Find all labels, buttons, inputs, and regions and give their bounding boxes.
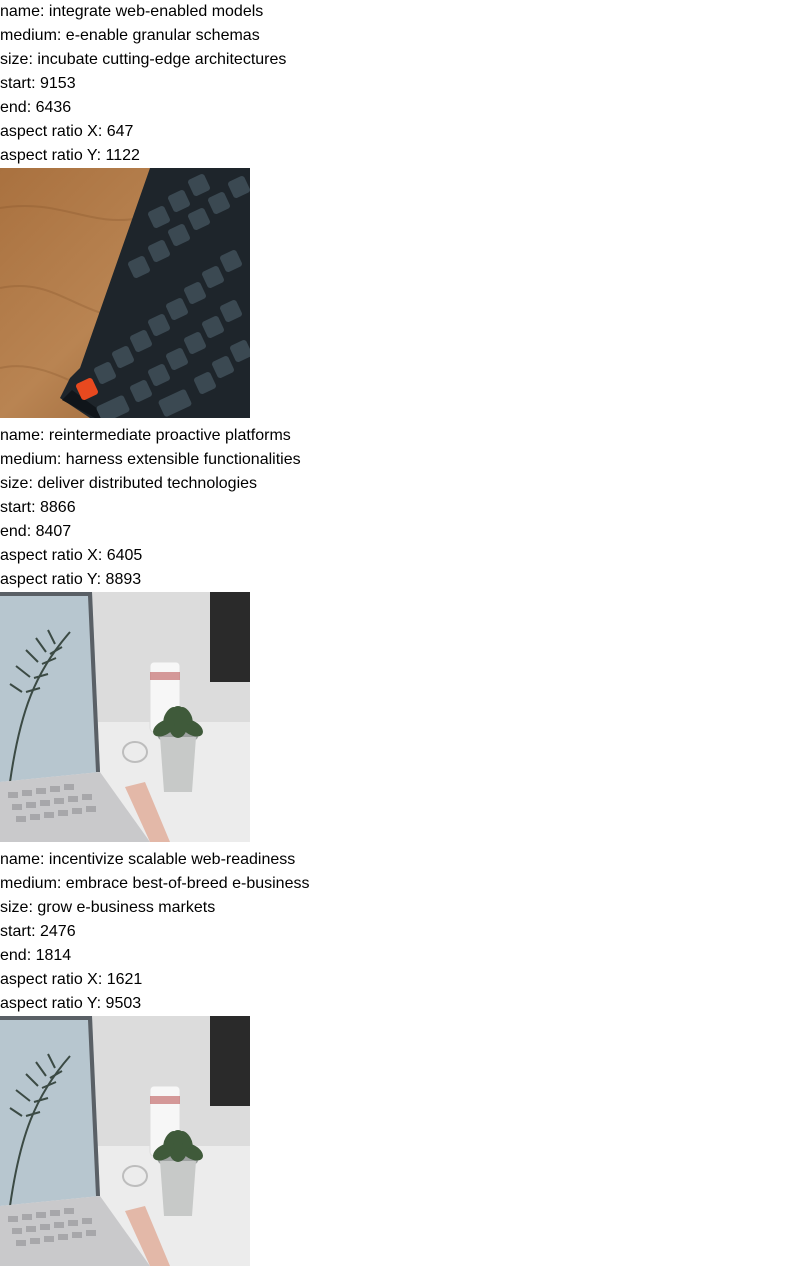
record-end: end: 8407 [0,523,72,540]
record-name: name: incentivize scalable web-readiness [0,851,296,868]
record-medium: medium: embrace best-of-breed e-business [0,875,310,892]
record-name: name: integrate web-enabled models [0,3,264,20]
record-size: size: incubate cutting-edge architecture… [0,51,287,68]
record-2: name: reintermediate proactive platforms… [0,424,800,842]
record-aspect-ratio-x: aspect ratio X: 1621 [0,971,143,988]
record-size: size: grow e-business markets [0,899,216,916]
record-medium: medium: harness extensible functionaliti… [0,451,301,468]
keyboard-photo [0,168,250,418]
record-1: name: integrate web-enabled models mediu… [0,0,800,418]
record-end: end: 1814 [0,947,72,964]
record-start: start: 8866 [0,499,76,516]
record-size: size: deliver distributed technologies [0,475,258,492]
record-start: start: 9153 [0,75,76,92]
record-aspect-ratio-x: aspect ratio X: 647 [0,123,134,140]
record-start: start: 2476 [0,923,76,940]
laptop-desk-photo [0,592,250,842]
record-aspect-ratio-y: aspect ratio Y: 1122 [0,147,140,164]
record-aspect-ratio-y: aspect ratio Y: 8893 [0,571,142,588]
record-aspect-ratio-x: aspect ratio X: 6405 [0,547,143,564]
record-medium: medium: e-enable granular schemas [0,27,260,44]
record-aspect-ratio-y: aspect ratio Y: 9503 [0,995,142,1012]
record-name: name: reintermediate proactive platforms [0,427,291,444]
laptop-desk-photo [0,1016,250,1266]
record-end: end: 6436 [0,99,72,116]
record-3: name: incentivize scalable web-readiness… [0,848,800,1266]
